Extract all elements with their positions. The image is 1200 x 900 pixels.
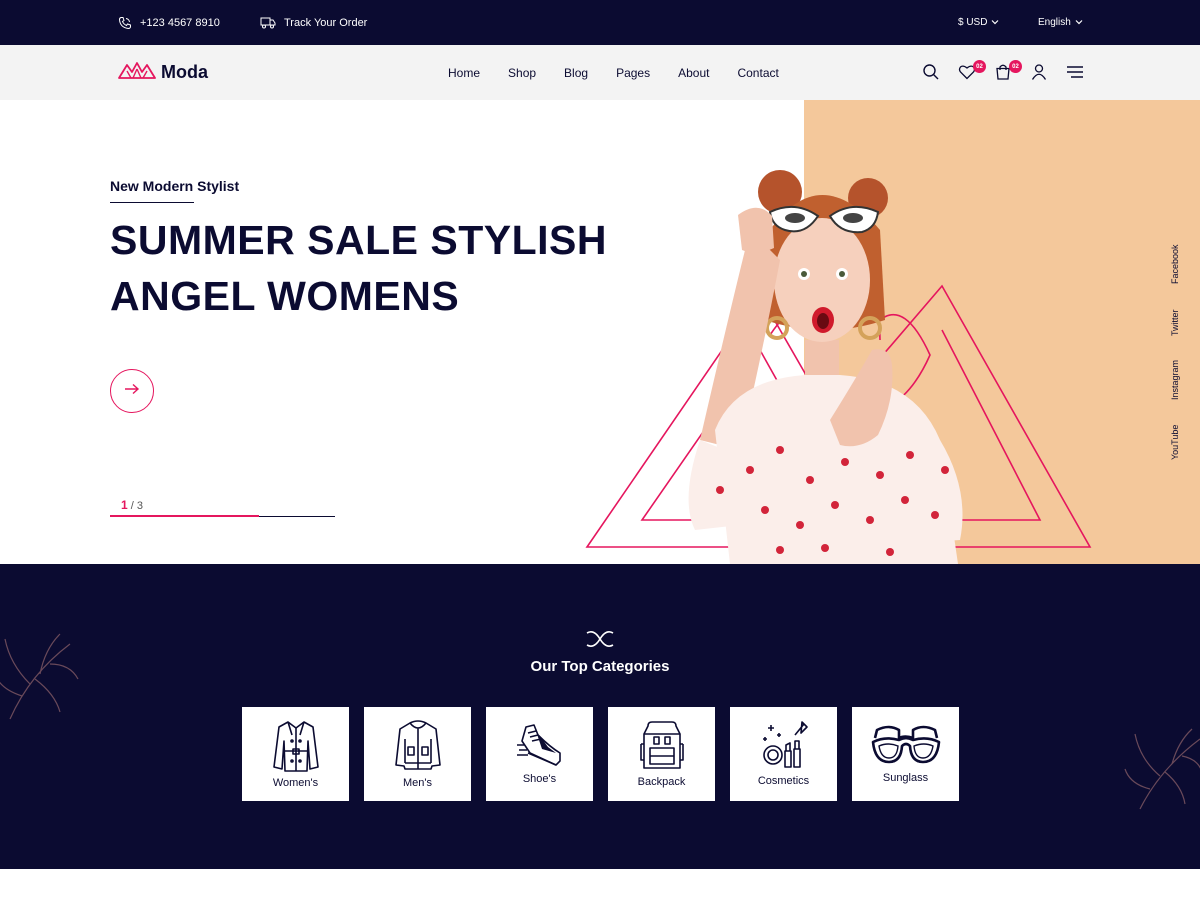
nav-contact[interactable]: Contact — [737, 66, 778, 80]
phone-icon — [118, 16, 132, 30]
nav-about[interactable]: About — [678, 66, 709, 80]
header-actions: 02 02 — [920, 45, 1090, 100]
phone-contact[interactable]: +123 4567 8910 — [118, 0, 220, 45]
top-categories-section: Our Top Categories Women's Men's Shoe's … — [0, 564, 1200, 869]
wishlist-button[interactable]: 02 — [958, 60, 986, 85]
cart-count-badge: 02 — [1009, 60, 1022, 73]
logo[interactable]: Moda — [118, 45, 208, 100]
category-card-backpack[interactable]: Backpack — [608, 707, 715, 801]
slide-current: 1 — [121, 498, 128, 512]
hero-subtitle-underline — [110, 202, 194, 203]
social-links: Facebook Twitter Instagram YouTube — [1170, 240, 1194, 480]
language-value: English — [1038, 17, 1071, 28]
category-label: Shoe's — [522, 773, 557, 785]
hero-title-line-1: SUMMER SALE STYLISH — [110, 217, 607, 263]
bag-icon — [994, 64, 1012, 85]
shoe-icon — [516, 724, 561, 766]
logo-mark-icon — [118, 61, 156, 84]
currency-value: $ USD — [958, 17, 988, 28]
chevron-down-icon — [991, 17, 999, 28]
social-youtube-link[interactable]: YouTube — [1170, 425, 1180, 460]
social-facebook-link[interactable]: Facebook — [1170, 244, 1180, 284]
truck-icon — [260, 16, 276, 29]
main-header: Moda Home Shop Blog Pages About Contact … — [0, 45, 1200, 100]
category-label: Backpack — [637, 776, 686, 788]
sunglass-icon — [871, 725, 940, 764]
arrow-right-icon — [124, 382, 140, 400]
category-label: Women's — [272, 777, 319, 789]
track-order-label: Track Your Order — [284, 16, 368, 29]
top-bar: +123 4567 8910 Track Your Order $ USD En… — [0, 0, 1200, 45]
backpack-icon — [639, 721, 684, 769]
social-instagram-link[interactable]: Instagram — [1170, 360, 1180, 400]
cosmetics-icon — [762, 721, 808, 768]
track-order-link[interactable]: Track Your Order — [260, 0, 367, 45]
hero-next-button[interactable] — [110, 369, 154, 413]
language-selector[interactable]: English — [1038, 0, 1083, 45]
category-ornament-icon — [586, 631, 614, 647]
hero-model-image — [688, 170, 963, 564]
category-label: Men's — [403, 777, 432, 789]
chevron-down-icon — [1075, 17, 1083, 28]
slide-progress-fill — [110, 515, 259, 517]
category-label: Sunglass — [882, 772, 929, 784]
currency-selector[interactable]: $ USD — [958, 0, 999, 45]
phone-number: +123 4567 8910 — [140, 16, 220, 29]
hero-outline-logo-decoration — [585, 264, 1092, 548]
logo-text: Moda — [161, 62, 208, 82]
categories-title: Our Top Categories — [530, 658, 670, 675]
main-nav: Home Shop Blog Pages About Contact — [448, 45, 807, 100]
nav-pages[interactable]: Pages — [616, 66, 650, 80]
slide-total: / 3 — [130, 500, 143, 512]
leaf-decoration-icon — [1124, 728, 1200, 810]
wishlist-count-badge: 02 — [973, 60, 986, 73]
cart-button[interactable]: 02 — [994, 60, 1022, 85]
hero-title: SUMMER SALE STYLISH ANGEL WOMENS — [110, 212, 630, 324]
category-label: Cosmetics — [757, 775, 810, 787]
page-bottom-strip — [0, 869, 1200, 900]
category-card-sunglass[interactable]: Sunglass — [852, 707, 959, 801]
hero-subtitle: New Modern Stylist — [110, 178, 240, 194]
nav-home[interactable]: Home — [448, 66, 480, 80]
category-card-mens[interactable]: Men's — [364, 707, 471, 801]
menu-icon[interactable] — [1066, 63, 1086, 83]
user-icon[interactable] — [1030, 63, 1050, 83]
social-twitter-link[interactable]: Twitter — [1170, 309, 1180, 336]
category-card-womens[interactable]: Women's — [242, 707, 349, 801]
hero-banner: New Modern Stylist SUMMER SALE STYLISH A… — [0, 100, 1200, 564]
coat-icon — [272, 721, 319, 772]
search-icon[interactable] — [922, 63, 942, 83]
nav-blog[interactable]: Blog — [564, 66, 588, 80]
slide-counter: 1 / 3 — [121, 498, 143, 512]
jacket-icon — [394, 720, 441, 770]
category-card-shoes[interactable]: Shoe's — [486, 707, 593, 801]
hero-title-line-2: ANGEL WOMENS — [110, 273, 460, 319]
nav-shop[interactable]: Shop — [508, 66, 536, 80]
heart-icon — [958, 65, 976, 85]
category-card-cosmetics[interactable]: Cosmetics — [730, 707, 837, 801]
